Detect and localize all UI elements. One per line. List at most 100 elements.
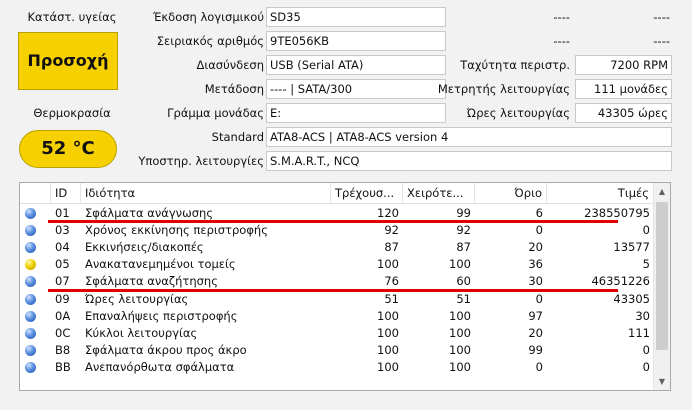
row-id: 0A	[55, 308, 71, 323]
row-worst: 100	[449, 325, 471, 340]
status-dot-icon	[25, 327, 36, 339]
power-hours-label: Ώρες λειτουργίας	[466, 106, 570, 120]
power-count-label: Μετρητής λειτουργίας	[437, 82, 570, 96]
serial-label: Σειριακός αριθμός	[156, 34, 264, 48]
row-threshold: 97	[528, 308, 543, 323]
interface-field: USB (Serial ATA)	[266, 55, 446, 75]
smart-attributes-table[interactable]: ID Ιδιότητα Τρέχουσ... Χειρότε... Όριο Τ…	[19, 182, 671, 391]
header-raw[interactable]: Τιμές	[547, 183, 654, 203]
row-id: BB	[55, 359, 71, 374]
row-attribute: Χρόνος εκκίνησης περιστροφής	[85, 223, 268, 238]
table-row[interactable]: 0C Κύκλοι λειτουργίας 100 100 20 111	[20, 325, 654, 342]
features-label: Υποστηρ. λειτουργίες	[138, 154, 264, 168]
row-id: 03	[55, 223, 70, 238]
standard-field: ATA8-ACS | ATA8-ACS version 4	[266, 127, 672, 147]
row-current: 51	[384, 291, 399, 306]
scroll-up-icon[interactable]: ▲	[654, 183, 670, 200]
row-attribute: Σφάλματα άκρου προς άκρο	[85, 342, 247, 357]
row-id: B8	[55, 342, 71, 357]
header-attribute[interactable]: Ιδιότητα	[81, 183, 331, 203]
row-threshold: 0	[535, 291, 543, 306]
row-worst: 87	[456, 240, 471, 255]
row-current: 100	[377, 359, 399, 374]
row-worst: 100	[449, 308, 471, 323]
highlight-underline	[48, 288, 618, 292]
temperature-label: Θερμοκρασία	[33, 106, 111, 120]
row-attribute: Ώρες λειτουργίας	[85, 291, 189, 306]
table-row[interactable]: 03 Χρόνος εκκίνησης περιστροφής 92 92 0 0	[20, 222, 654, 239]
row-worst: 100	[449, 359, 471, 374]
firmware-label: Έκδοση λογισμικού	[152, 10, 264, 24]
row-worst: 92	[456, 223, 471, 238]
power-hours-field: 43305 ώρες	[575, 103, 672, 123]
header-threshold[interactable]: Όριο	[475, 183, 547, 203]
serial-field: 9TE056KB	[266, 31, 446, 51]
row-attribute: Ανακατανεμημένοι τομείς	[85, 257, 236, 272]
firmware-field: SD35	[266, 7, 446, 27]
status-dot-icon	[25, 344, 36, 356]
row-raw: 43305	[613, 291, 650, 306]
table-row[interactable]: 04 Εκκινήσεις/διακοπές 87 87 20 13577	[20, 239, 654, 256]
rpm-label: Ταχύτητα περιστρ.	[460, 58, 570, 72]
row-raw: 5	[642, 257, 650, 272]
header-current[interactable]: Τρέχουσ...	[331, 183, 403, 203]
table-row[interactable]: 0A Επαναλήψεις περιστροφής 100 100 97 30	[20, 308, 654, 325]
drive-letter-label: Γράμμα μονάδας	[167, 106, 264, 120]
transfer-field: ---- | SATA/300	[266, 79, 446, 99]
table-header: ID Ιδιότητα Τρέχουσ... Χειρότε... Όριο Τ…	[20, 183, 654, 204]
interface-label: Διασύνδεση	[196, 58, 264, 72]
features-field: S.M.A.R.T., NCQ	[266, 151, 672, 171]
row-current: 92	[384, 223, 399, 238]
status-dot-icon	[25, 361, 36, 373]
row-raw: 0	[642, 223, 650, 238]
temperature-badge[interactable]: 52 °C	[19, 130, 117, 168]
row-current: 100	[377, 308, 399, 323]
row-threshold: 0	[535, 223, 543, 238]
row-threshold: 0	[535, 359, 543, 374]
table-row[interactable]: 05 Ανακατανεμημένοι τομείς 100 100 36 5	[20, 256, 654, 273]
scrollbar-thumb[interactable]	[656, 202, 668, 350]
row-current: 87	[384, 240, 399, 255]
row-current: 100	[377, 325, 399, 340]
row-attribute: Επαναλήψεις περιστροφής	[85, 308, 238, 323]
row-raw: 30	[635, 308, 650, 323]
health-status-badge[interactable]: Προσοχή	[18, 32, 118, 90]
right-top2-label: ----	[553, 34, 570, 48]
status-dot-icon	[25, 276, 36, 288]
table-row[interactable]: B8 Σφάλματα άκρου προς άκρο 100 100 99 0	[20, 342, 654, 359]
row-current: 100	[377, 342, 399, 357]
row-threshold: 99	[528, 342, 543, 357]
header-worst[interactable]: Χειρότε...	[403, 183, 475, 203]
row-raw: 13577	[613, 240, 650, 255]
header-status[interactable]	[20, 183, 51, 203]
row-id: 05	[55, 257, 70, 272]
header-id[interactable]: ID	[51, 183, 81, 203]
row-id: 04	[55, 240, 70, 255]
scroll-down-icon[interactable]: ▼	[654, 373, 670, 390]
row-attribute: Κύκλοι λειτουργίας	[85, 325, 198, 340]
table-row[interactable]: BB Ανεπανόρθωτα σφάλματα 100 100 0 0	[20, 359, 654, 376]
status-dot-icon	[25, 242, 36, 254]
table-scrollbar[interactable]: ▲ ▼	[653, 183, 670, 390]
row-threshold: 20	[528, 325, 543, 340]
row-current: 100	[377, 257, 399, 272]
health-status-label: Κατάστ. υγείας	[27, 10, 117, 24]
standard-label: Standard	[211, 130, 264, 144]
drive-letter-field: E:	[266, 103, 446, 123]
right-top2-value: ----	[653, 34, 670, 48]
row-threshold: 36	[528, 257, 543, 272]
row-raw: 111	[628, 325, 650, 340]
row-attribute: Εκκινήσεις/διακοπές	[85, 240, 204, 255]
status-dot-icon	[25, 310, 36, 322]
row-raw: 0	[642, 359, 650, 374]
status-dot-icon	[25, 259, 36, 271]
status-dot-icon	[25, 293, 36, 305]
status-dot-icon	[25, 208, 36, 219]
highlight-underline	[48, 220, 618, 224]
transfer-label: Μετάδοση	[204, 82, 264, 96]
row-worst: 100	[449, 257, 471, 272]
row-threshold: 20	[528, 240, 543, 255]
table-row[interactable]: 09 Ώρες λειτουργίας 51 51 0 43305	[20, 291, 654, 308]
row-raw: 0	[642, 342, 650, 357]
right-top1-value: ----	[653, 10, 670, 24]
